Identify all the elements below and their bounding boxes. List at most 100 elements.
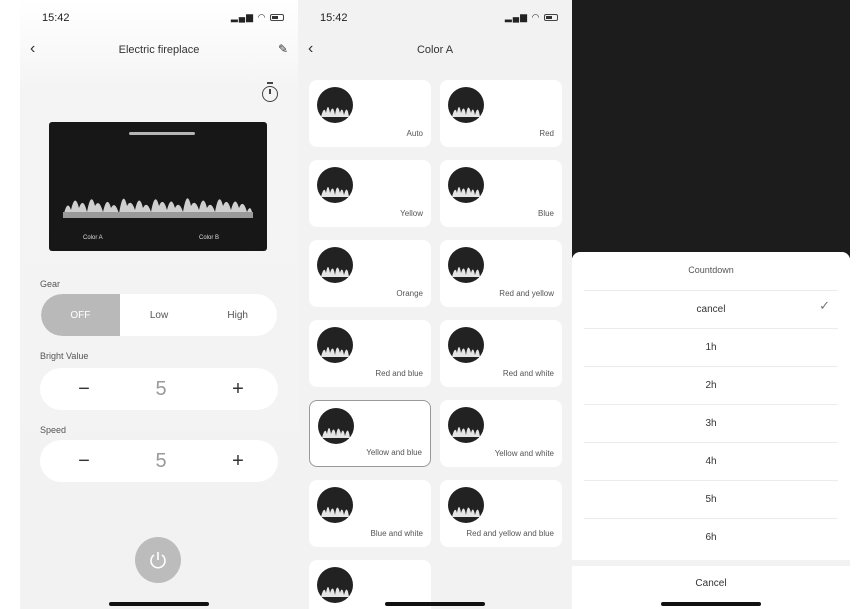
bright-decrease-button[interactable]: − [74, 378, 94, 401]
color-option-label: Blue and white [370, 529, 423, 538]
countdown-screen: Countdown cancel ✓ 1h 2h 3h 4h 5h 6h Cancel [572, 0, 850, 609]
sheet-cancel-button[interactable]: Cancel [572, 560, 850, 600]
flame-icon [448, 247, 484, 283]
flame-icon [317, 87, 353, 123]
battery-icon [270, 14, 284, 22]
fireplace-preview: Color A Color B [49, 122, 267, 251]
home-indicator [385, 602, 485, 606]
speed-stepper: − 5 + [40, 440, 278, 482]
status-time: 15:42 [320, 12, 348, 24]
status-time: 15:42 [42, 12, 70, 24]
countdown-option[interactable]: 4h [572, 442, 850, 480]
flame-icon [317, 487, 353, 523]
flame-icon [317, 327, 353, 363]
signal-icon: ▂▄▆ [230, 12, 255, 22]
gear-option-high[interactable]: High [198, 294, 277, 336]
signal-icon: ▂▄▆ [504, 12, 529, 22]
countdown-sheet: Countdown cancel ✓ 1h 2h 3h 4h 5h 6h Cancel [572, 252, 850, 609]
bright-value: 5 [155, 377, 167, 400]
gear-selector: OFF Low High [41, 294, 277, 336]
color-option-card[interactable]: Red [440, 80, 562, 147]
color-option-label: Yellow [400, 209, 423, 218]
countdown-option-label: cancel [696, 303, 726, 315]
color-option-label: Yellow and blue [366, 448, 422, 457]
flame-icon [448, 87, 484, 123]
countdown-option-label: 5h [705, 493, 717, 505]
color-screen: 15:42 ▂▄▆ ◠ ‹ Color A Auto Red Yellow Blue O… [298, 0, 572, 609]
color-option-label: Red [539, 129, 554, 138]
check-icon: ✓ [819, 298, 830, 313]
speed-value: 5 [155, 449, 167, 472]
bright-stepper: − 5 + [40, 368, 278, 410]
color-option-card[interactable]: Orange [309, 240, 431, 307]
timer-icon[interactable] [262, 82, 278, 102]
color-option-card[interactable]: Yellow and white [440, 400, 562, 467]
color-option-card[interactable]: Blue and white [309, 480, 431, 547]
color-option-card[interactable]: Red and blue [309, 320, 431, 387]
countdown-option-label: 1h [705, 341, 717, 353]
color-option-label: Blue [537, 209, 554, 218]
color-option-card[interactable]: Red and white [440, 320, 562, 387]
preview-color-a-label: Color A [83, 235, 103, 241]
countdown-option[interactable]: 6h [572, 518, 850, 556]
speed-label: Speed [40, 425, 67, 435]
color-option-label: Red and white [502, 369, 554, 378]
power-button[interactable] [135, 537, 181, 583]
gear-option-off[interactable]: OFF [41, 294, 120, 336]
color-option-label: Red and blue [375, 369, 423, 378]
countdown-option-label: 4h [705, 455, 717, 467]
flame-icon [448, 327, 484, 363]
control-screen: 15:42 ▂▄▆ ◠ ‹ Electric fireplace ✎ Color… [20, 0, 298, 609]
flame-icon [448, 167, 484, 203]
color-option-card[interactable]: Yellow [309, 160, 431, 227]
color-option-card[interactable]: Red and yellow and blue [440, 480, 562, 547]
flame-icon [317, 247, 353, 283]
flame-icon [448, 407, 484, 443]
power-icon [150, 552, 166, 569]
color-option-card[interactable]: Yellow and blue [309, 400, 431, 467]
battery-icon [544, 14, 558, 22]
dimmed-backdrop[interactable] [572, 0, 850, 258]
color-option-label: Auto [406, 129, 423, 138]
color-option-label: Orange [396, 289, 423, 298]
status-bar: 15:42 ▂▄▆ ◠ [298, 12, 572, 28]
color-option-label: Yellow and white [494, 449, 554, 458]
speed-decrease-button[interactable]: − [74, 450, 94, 473]
flame-icon [317, 167, 353, 203]
home-indicator [109, 602, 209, 606]
flame-icon [448, 487, 484, 523]
edit-icon[interactable]: ✎ [278, 42, 288, 56]
countdown-option-label: 3h [705, 417, 717, 429]
countdown-option[interactable]: 5h [572, 480, 850, 518]
home-indicator [661, 602, 761, 606]
countdown-option[interactable]: 2h [572, 366, 850, 404]
wifi-icon: ◠ [531, 12, 541, 22]
status-icons: ▂▄▆ ◠ [505, 12, 558, 23]
color-option-label: Red and yellow [499, 289, 554, 298]
status-icons: ▂▄▆ ◠ [231, 12, 284, 23]
color-option-card[interactable]: Auto [309, 80, 431, 147]
nav-bar: ‹ Color A [298, 40, 572, 64]
sheet-title: Countdown [688, 265, 734, 275]
countdown-option-label: 2h [705, 379, 717, 391]
page-title: Color A [416, 44, 454, 56]
countdown-option[interactable]: 1h [572, 328, 850, 366]
bright-label: Bright Value [40, 351, 89, 361]
gear-option-low[interactable]: Low [120, 294, 199, 336]
nav-bar: ‹ Electric fireplace ✎ [20, 40, 298, 64]
bright-increase-button[interactable]: + [228, 378, 248, 401]
flame-icon [318, 408, 354, 444]
speed-increase-button[interactable]: + [228, 450, 248, 473]
countdown-option-label: 6h [705, 531, 717, 543]
flames-graphic [63, 198, 253, 218]
page-title: Electric fireplace [118, 44, 200, 56]
preview-top-glow [129, 132, 195, 135]
color-option-card[interactable]: Blue [440, 160, 562, 227]
wifi-icon: ◠ [257, 12, 267, 22]
gear-label: Gear [40, 279, 61, 289]
countdown-option[interactable]: cancel ✓ [572, 290, 850, 328]
status-bar: 15:42 ▂▄▆ ◠ [20, 12, 298, 28]
color-option-card[interactable]: Red and yellow [440, 240, 562, 307]
color-option-label: Red and yellow and blue [466, 529, 554, 538]
countdown-option[interactable]: 3h [572, 404, 850, 442]
